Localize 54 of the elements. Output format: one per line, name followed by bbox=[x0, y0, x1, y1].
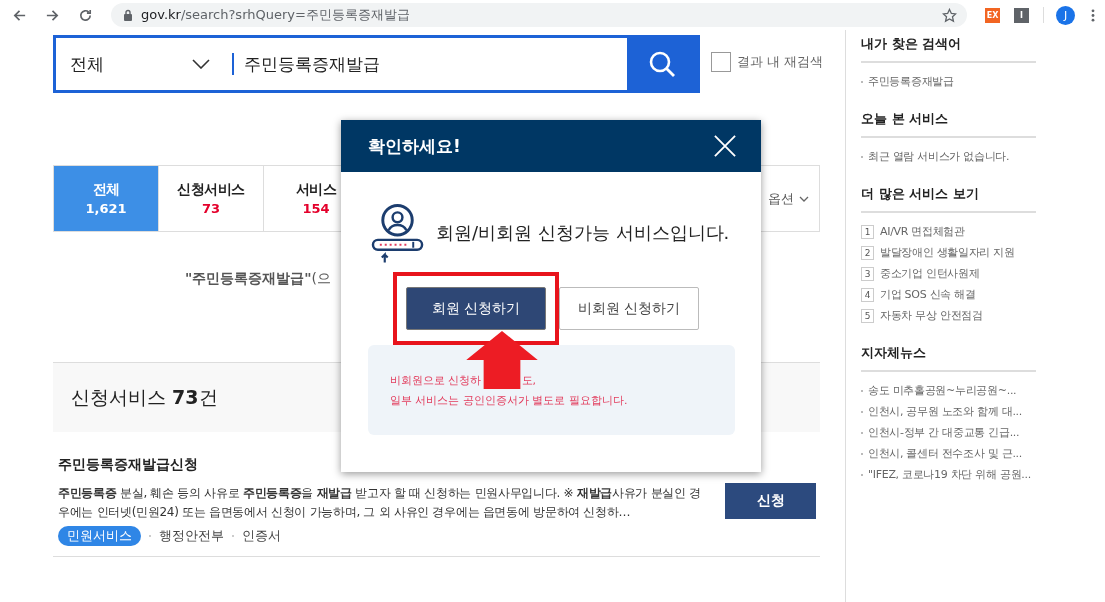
close-icon[interactable] bbox=[714, 135, 736, 157]
extension-icon[interactable]: I bbox=[1014, 7, 1029, 23]
rank-number: 5 bbox=[861, 308, 874, 323]
sidebar-heading: 내가 찾은 검색어 bbox=[861, 35, 1036, 63]
tag-text: 인증서 bbox=[242, 527, 281, 545]
search-field[interactable]: 주민등록증재발급 bbox=[232, 53, 627, 75]
apply-button[interactable]: 신청 bbox=[725, 483, 816, 519]
sidebar-link[interactable]: "IFEZ, 코로나19 차단 위해 공원... bbox=[861, 464, 1031, 485]
category-tab[interactable]: 전체 1,621 bbox=[54, 166, 159, 231]
result-summary: "주민등록증재발급"(으 bbox=[185, 270, 332, 286]
member-apply-button[interactable]: 회원 신청하기 bbox=[406, 287, 546, 330]
sidebar-heading: 더 많은 서비스 보기 bbox=[861, 185, 1036, 213]
result-description: 주민등록증 분실, 훼손 등의 사유로 주민등록증을 재발급 받고자 할 때 신청하는 민원사무입니다. ※ 재발급사유가 분실인 경우에는 인터넷(민원24) 또는 읍면동에서 신청이 가능하며, 그 외 사유인 경우에는 읍면동에 방문하여 신청하… bbox=[58, 485, 702, 521]
rank-number: 4 bbox=[861, 287, 874, 302]
menu-icon[interactable] bbox=[1091, 7, 1095, 23]
notice-text: 도, bbox=[521, 373, 536, 389]
lock-icon bbox=[123, 9, 133, 21]
sidebar-link[interactable]: 기업 SOS 신속 해결 bbox=[880, 287, 976, 302]
tag-text: 행정안전부 bbox=[159, 527, 224, 545]
refine-checkbox[interactable] bbox=[711, 52, 731, 72]
refine-label: 결과 내 재검색 bbox=[737, 53, 824, 71]
rank-number: 3 bbox=[861, 266, 874, 281]
category-tag[interactable]: 민원서비스 bbox=[58, 526, 141, 546]
sidebar-link[interactable]: 주민등록증재발급 bbox=[861, 71, 954, 92]
search-icon bbox=[648, 50, 676, 78]
sidebar-link[interactable]: 인천시, 공무원 노조와 함께 대... bbox=[861, 401, 1022, 422]
dialog-title: 확인하세요! bbox=[368, 134, 461, 158]
sidebar-heading: 지자체뉴스 bbox=[861, 344, 1036, 372]
section-title: 신청서비스 73건 bbox=[71, 384, 218, 410]
sidebar-link[interactable]: 송도 미추홀공원~누리공원~... bbox=[861, 380, 1017, 401]
sidebar-link[interactable]: 발달장애인 생활일자리 지원 bbox=[880, 245, 1015, 260]
search-button[interactable] bbox=[627, 38, 697, 90]
chevron-down-icon bbox=[192, 59, 210, 69]
star-icon[interactable] bbox=[942, 7, 957, 23]
notice-text: 일부 서비스는 공인인증서가 별도로 필요합니다. bbox=[390, 393, 628, 409]
guest-apply-button[interactable]: 비회원 신청하기 bbox=[559, 287, 699, 330]
sidebar-link[interactable]: 자동차 무상 안전점검 bbox=[880, 308, 983, 323]
scope-dropdown[interactable]: 전체 bbox=[56, 38, 232, 90]
sidebar-link[interactable]: 최근 열람 서비스가 없습니다. bbox=[861, 146, 1010, 167]
options-dropdown[interactable]: 옵션 bbox=[768, 166, 819, 231]
rank-number: 1 bbox=[861, 224, 874, 239]
sidebar-link[interactable]: 인천시-정부 간 대중교통 긴급... bbox=[861, 422, 1020, 443]
notice-text: 비회원으로 신청하 bbox=[390, 373, 482, 389]
reload-icon[interactable] bbox=[78, 7, 93, 23]
sidebar-link[interactable]: 인천시, 콜센터 전수조사 및 근... bbox=[861, 443, 1022, 464]
address-bar[interactable]: gov.kr/search?srhQuery=주민등록증재발급 bbox=[111, 3, 967, 27]
sidebar-link[interactable]: 중소기업 인턴사원제 bbox=[880, 266, 980, 281]
user-password-icon bbox=[371, 202, 426, 264]
sidebar-link[interactable]: AI/VR 면접체험관 bbox=[880, 224, 965, 239]
rank-number: 2 bbox=[861, 245, 874, 260]
sidebar-heading: 오늘 본 서비스 bbox=[861, 110, 1036, 138]
chevron-down-icon bbox=[799, 195, 809, 202]
dialog-message: 회원/비회원 신청가능 서비스입니다. bbox=[436, 221, 730, 245]
profile-avatar[interactable]: J bbox=[1056, 5, 1075, 25]
